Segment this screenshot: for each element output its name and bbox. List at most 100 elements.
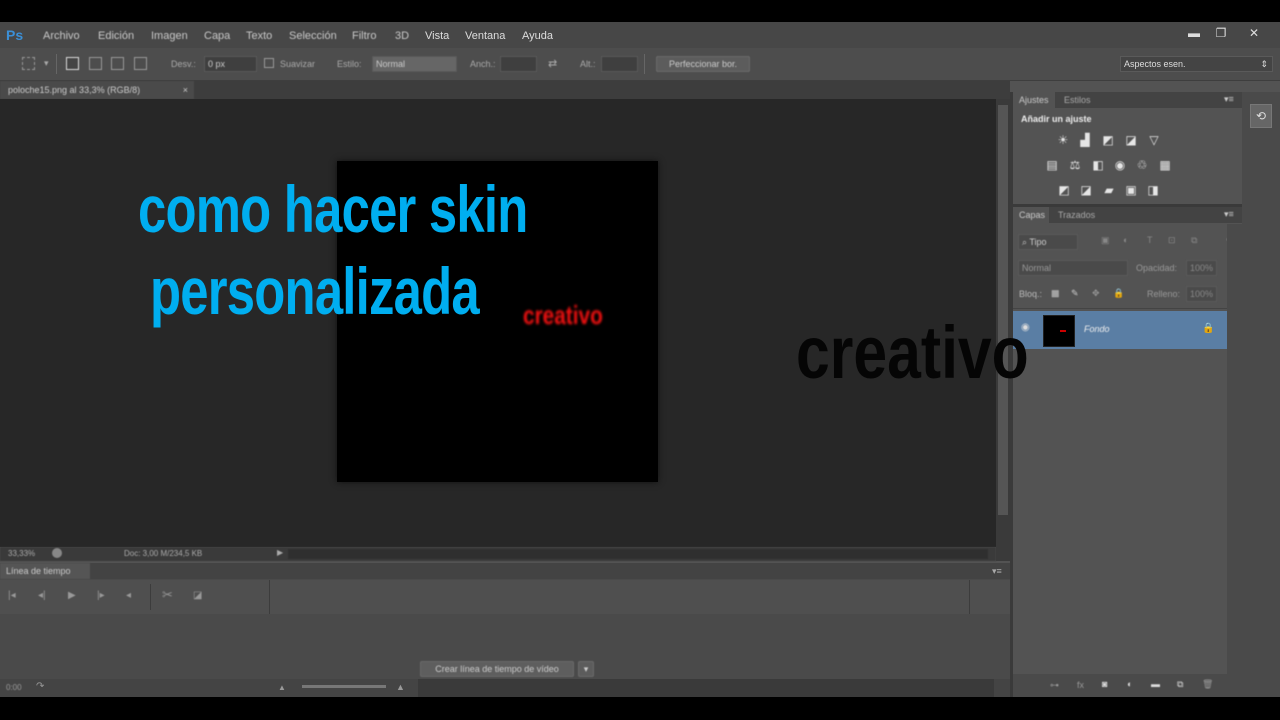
threshold-icon[interactable]: ▰ (1102, 184, 1116, 196)
menu-seleccion[interactable]: Selección (289, 30, 337, 42)
layers-scrollbar[interactable] (1227, 224, 1242, 674)
posterize-icon[interactable]: ◪ (1079, 184, 1093, 196)
panel-menu-icon[interactable]: ▾≡ (1224, 209, 1234, 220)
color-balance-icon[interactable]: ⚖ (1068, 159, 1082, 171)
next-frame-icon[interactable]: |▸ (97, 590, 105, 601)
photoshop-window: Ps Archivo Edición Imagen Capa Texto Sel… (0, 22, 1280, 697)
zoom-out-icon[interactable]: ▲ (278, 683, 286, 692)
history-panel-icon[interactable]: ⟲ (1250, 104, 1272, 128)
timeline-tab[interactable]: Línea de tiempo (0, 563, 90, 579)
panel-menu-icon[interactable]: ▾≡ (1224, 94, 1234, 105)
delete-layer-trash-icon[interactable]: 🗑 (1202, 679, 1213, 690)
invert-icon[interactable]: ◩ (1057, 184, 1071, 196)
new-adjustment-icon[interactable]: ◐ (1127, 679, 1132, 689)
hue-saturation-icon[interactable]: ▤ (1045, 159, 1059, 171)
color-lookup-icon[interactable]: ▦ (1158, 159, 1172, 171)
subtract-selection-icon[interactable] (111, 57, 124, 70)
menu-archivo[interactable]: Archivo (43, 30, 80, 42)
lock-transparency-icon[interactable]: ▦ (1051, 288, 1060, 299)
fill-input[interactable]: 100% (1186, 286, 1217, 302)
zoom-in-icon[interactable]: ▲ (396, 682, 405, 692)
menu-ayuda[interactable]: Ayuda (522, 30, 553, 42)
new-layer-icon[interactable]: ⧉ (1177, 679, 1183, 690)
swap-icon[interactable]: ⇄ (548, 57, 557, 70)
close-button[interactable]: ✕ (1240, 24, 1268, 42)
menu-vista[interactable]: Vista (425, 30, 449, 42)
layer-row-fondo[interactable]: ◉ Fondo 🔒 (1013, 311, 1227, 349)
channel-mixer-icon[interactable]: ♲ (1135, 159, 1149, 171)
first-frame-icon[interactable]: |◂ (8, 590, 16, 601)
gradient-map-icon[interactable]: ◨ (1146, 184, 1160, 196)
minimize-button[interactable]: ▬ (1180, 24, 1208, 42)
timeline-zoom-slider[interactable] (302, 685, 386, 688)
menu-filtro[interactable]: Filtro (352, 30, 376, 42)
audio-icon[interactable]: ◂ (126, 590, 131, 601)
add-selection-icon[interactable] (89, 57, 102, 70)
previous-frame-icon[interactable]: ◂| (38, 590, 46, 601)
filter-type-icon[interactable]: T (1147, 235, 1153, 245)
brightness-icon[interactable]: ☀ (1056, 134, 1070, 146)
blend-mode-select[interactable]: Normal (1018, 260, 1128, 276)
restore-button[interactable]: ❐ (1207, 24, 1235, 42)
convert-icon[interactable]: ↷ (36, 681, 44, 692)
play-icon[interactable]: ▶ (68, 590, 76, 601)
exposure-icon[interactable]: ◪ (1124, 134, 1138, 146)
black-white-icon[interactable]: ◧ (1091, 159, 1105, 171)
new-selection-icon[interactable] (66, 57, 79, 70)
opacity-input[interactable]: 100% (1186, 260, 1217, 276)
curves-icon[interactable]: ◩ (1101, 134, 1115, 146)
filter-pixel-icon[interactable]: ▣ (1101, 235, 1110, 246)
zoom-level[interactable]: 33,33% (8, 549, 35, 558)
layer-name[interactable]: Fondo (1084, 324, 1110, 334)
menu-3d[interactable]: 3D (395, 30, 409, 42)
document-tab[interactable]: poloche15.png al 33,3% (RGB/8) × (0, 81, 194, 99)
new-group-folder-icon[interactable]: ▬ (1151, 679, 1160, 689)
feather-input[interactable]: 0 px (204, 56, 257, 72)
split-scissors-icon[interactable]: ✂ (162, 587, 173, 603)
horizontal-scrollbar[interactable] (288, 549, 988, 559)
panel-menu-icon[interactable]: ▾≡ (992, 566, 1002, 577)
layer-mask-icon[interactable]: ◙ (1102, 679, 1107, 689)
filter-shape-icon[interactable]: ⊡ (1168, 235, 1176, 246)
lock-position-icon[interactable]: ✥ (1092, 288, 1100, 299)
layers-footer: ⊶ fx ◙ ◐ ▬ ⧉ 🗑 (1013, 674, 1242, 697)
levels-icon[interactable]: ▟ (1078, 134, 1092, 146)
width-input[interactable] (500, 56, 537, 72)
filter-adjustment-icon[interactable]: ◐ (1123, 235, 1128, 245)
transition-icon[interactable]: ◪ (193, 590, 202, 601)
lock-pixels-icon[interactable]: ✎ (1071, 288, 1079, 299)
menu-edicion[interactable]: Edición (98, 30, 134, 42)
workspace-select[interactable]: Aspectos esen. ⇕ (1120, 56, 1273, 72)
adjustments-tab-bar: Ajustes Estilos ▾≡ (1013, 92, 1242, 108)
vibrance-icon[interactable]: ▽ (1147, 134, 1161, 146)
tool-preset-arrow-icon[interactable]: ▾ (44, 58, 49, 69)
style-select[interactable]: Normal (372, 56, 457, 72)
selective-color-icon[interactable]: ▣ (1124, 184, 1138, 196)
menu-texto[interactable]: Texto (246, 30, 272, 42)
letterbox-bottom (0, 697, 1280, 720)
menu-imagen[interactable]: Imagen (151, 30, 188, 42)
lock-all-icon[interactable]: 🔒 (1113, 288, 1124, 299)
height-input[interactable] (601, 56, 638, 72)
create-video-timeline-button[interactable]: Crear línea de tiempo de vídeo (420, 661, 574, 677)
timeline-dropdown-icon[interactable]: ▾ (578, 661, 594, 677)
layer-style-fx-icon[interactable]: fx (1077, 680, 1084, 690)
tab-estilos[interactable]: Estilos (1064, 95, 1091, 105)
refine-edge-button[interactable]: Perfeccionar bor. (656, 56, 750, 72)
timeline-track-area[interactable] (418, 679, 994, 697)
marquee-tool-icon[interactable] (22, 57, 35, 70)
intersect-selection-icon[interactable] (134, 57, 147, 70)
antialias-checkbox[interactable] (264, 58, 274, 68)
scrollbar-thumb[interactable] (998, 105, 1008, 515)
layer-kind-filter[interactable]: ⌕ Tipo (1018, 234, 1078, 250)
tab-close-icon[interactable]: × (183, 81, 188, 99)
status-menu-arrow-icon[interactable]: ▶ (277, 548, 283, 557)
link-layers-icon[interactable]: ⊶ (1050, 680, 1059, 691)
status-bar: 33,33% Doc: 3,00 M/234,5 KB ▶ (0, 547, 996, 561)
menu-capa[interactable]: Capa (204, 30, 230, 42)
menu-ventana[interactable]: Ventana (465, 30, 505, 42)
tab-trazados[interactable]: Trazados (1058, 210, 1095, 220)
photo-filter-icon[interactable]: ◉ (1113, 159, 1127, 171)
status-info-icon[interactable] (52, 548, 62, 558)
filter-smart-icon[interactable]: ⧉ (1191, 235, 1197, 246)
